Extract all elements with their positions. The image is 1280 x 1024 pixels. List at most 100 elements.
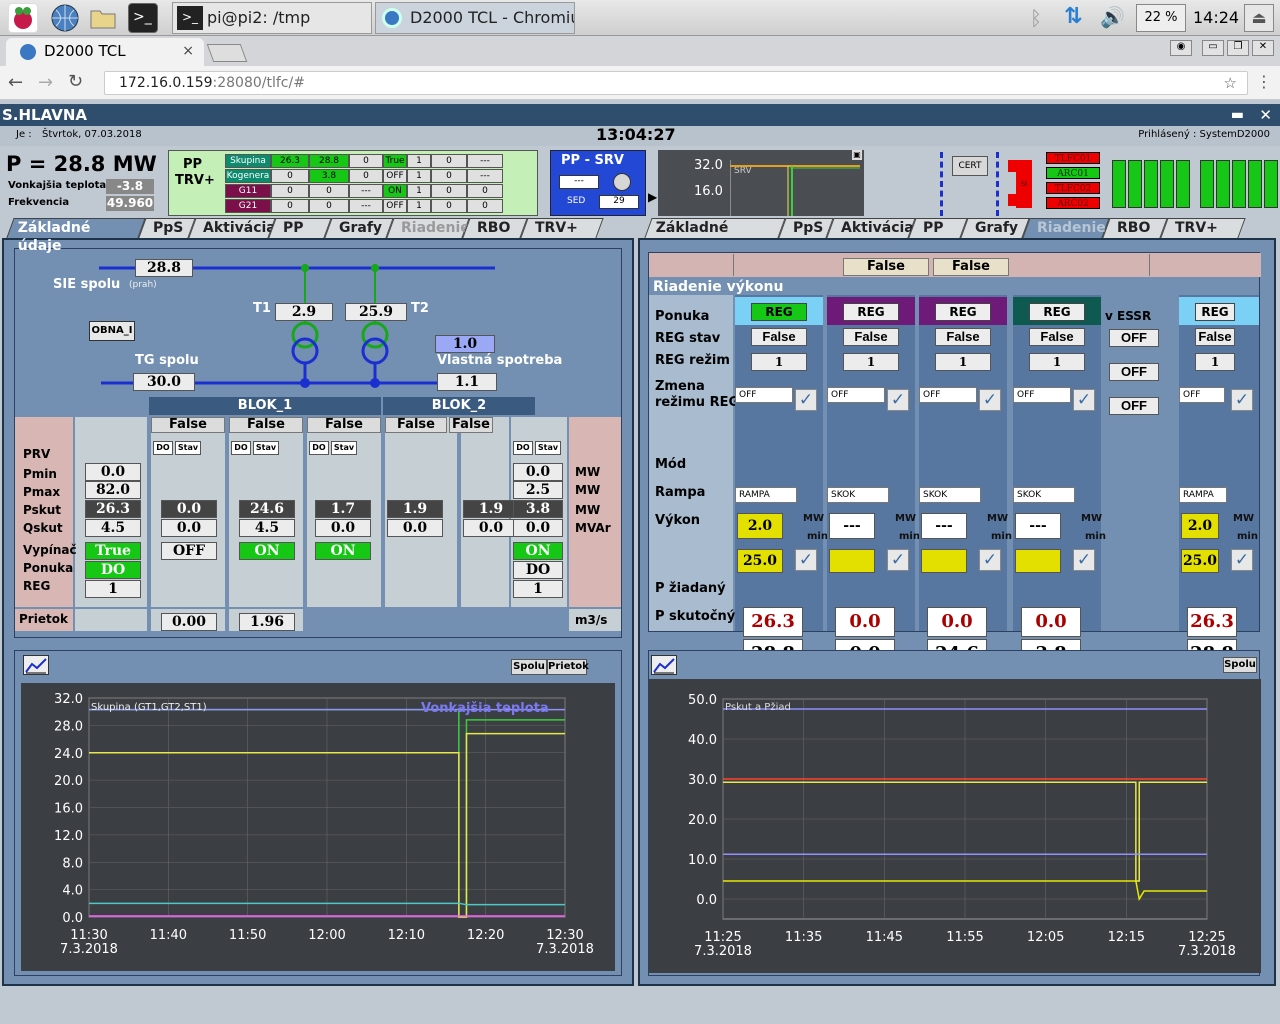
rampa-value[interactable]: --- (1015, 513, 1061, 539)
rampa-value[interactable]: 2.0 (737, 513, 783, 539)
forward-arrow-icon[interactable]: → (38, 72, 53, 93)
tab-pp[interactable]: PP (268, 218, 332, 238)
tab-grafy[interactable]: Grafy (324, 218, 394, 238)
do-button[interactable]: DO (153, 441, 173, 455)
checkbox[interactable]: ✓ (979, 389, 1001, 411)
network-icon[interactable]: ⇅ (1064, 4, 1082, 29)
checkbox[interactable]: ✓ (1073, 549, 1095, 571)
browser-launch-icon[interactable] (50, 3, 80, 33)
profile-icon[interactable]: ◉ (1170, 40, 1192, 56)
rezim-dropdown[interactable]: OFF (1013, 387, 1071, 403)
raspberry-menu-icon[interactable] (8, 3, 38, 33)
checkbox[interactable]: ✓ (887, 389, 909, 411)
rezim-dropdown[interactable]: OFF (827, 387, 885, 403)
tab-pp[interactable]: PP (908, 218, 968, 238)
stav-button[interactable]: Stav (175, 441, 201, 455)
spolu-button[interactable]: Spolu (1223, 657, 1257, 673)
rezim-dropdown[interactable]: OFF (735, 387, 793, 403)
tab-rbo[interactable]: RBO (1102, 218, 1168, 238)
url-bar[interactable]: 172.16.0.159:28080/tlfc/# ☆ (104, 71, 1248, 95)
new-tab-button[interactable] (206, 44, 248, 62)
do-button[interactable]: DO (231, 441, 251, 455)
mod-dropdown[interactable]: RAMPA (1179, 487, 1227, 503)
vykon-value[interactable] (1015, 549, 1061, 573)
tab-trv[interactable]: TRV+ (520, 218, 604, 238)
browser-menu-icon[interactable]: ⋮ (1256, 72, 1272, 91)
rampa-value[interactable]: --- (921, 513, 967, 539)
tab-grafy[interactable]: Grafy (960, 218, 1030, 238)
close-window-icon[interactable]: ✕ (1252, 40, 1274, 56)
essr-toggle[interactable]: OFF (1109, 329, 1159, 347)
cert-button[interactable]: CERT (952, 156, 988, 176)
rezim-dropdown[interactable]: OFF (1179, 387, 1225, 403)
reg-button[interactable]: REG (843, 303, 899, 321)
app-minimize-icon[interactable]: ▬ (1231, 104, 1244, 126)
checkbox[interactable]: ✓ (1073, 389, 1095, 411)
checkbox[interactable]: ✓ (887, 549, 909, 571)
app-close-icon[interactable]: ✕ (1259, 104, 1272, 126)
chart-icon[interactable] (23, 655, 49, 675)
tab-rbo[interactable]: RBO (462, 218, 528, 238)
tab-aktivacia[interactable]: Aktivácia (188, 218, 276, 238)
spolu-button[interactable]: Spolu (511, 659, 547, 675)
tab-riadenie[interactable]: Riadenie (1022, 218, 1110, 238)
vykon-value[interactable]: 25.0 (737, 549, 783, 573)
browser-tab[interactable]: D2000 TCL × (6, 38, 204, 66)
bluetooth-icon[interactable]: ᛒ (1030, 6, 1042, 30)
reg-button[interactable]: REG (751, 303, 807, 321)
mod-dropdown[interactable]: SKOK (827, 487, 889, 503)
vlastna-setpoint[interactable]: 1.0 (435, 335, 495, 353)
srv-mini-chart[interactable]: 32.0 16.0 SRV ▣ (658, 150, 864, 216)
tab-aktivacia[interactable]: Aktivácia (826, 218, 916, 238)
essr-toggle[interactable]: OFF (1109, 363, 1159, 381)
rampa-value[interactable]: --- (829, 513, 875, 539)
do-button[interactable]: DO (309, 441, 329, 455)
vykon-value[interactable]: 25.0 (1181, 549, 1219, 573)
tab-pps[interactable]: PpS (138, 218, 196, 238)
stav-button[interactable]: Stav (331, 441, 357, 455)
volume-icon[interactable]: 🔊 (1100, 5, 1125, 29)
tab-zakladne-udaje[interactable]: Základné údaje (644, 218, 786, 254)
rezim-dropdown[interactable]: OFF (919, 387, 977, 403)
reg-button[interactable]: REG (935, 303, 991, 321)
file-manager-icon[interactable] (88, 3, 118, 33)
essr-toggle[interactable]: OFF (1109, 397, 1159, 415)
terminal-launch-icon[interactable]: >_ (128, 3, 158, 33)
checkbox[interactable]: ✓ (795, 389, 817, 411)
cpu-monitor[interactable]: 22 % (1136, 4, 1186, 32)
chart-icon[interactable] (651, 655, 677, 675)
taskbar-clock[interactable]: 14:24 (1193, 8, 1239, 27)
pp-trv-panel[interactable]: PP TRV+ Skupina 26.3 28.8 0 True 1 0 --- Kogener… (168, 150, 538, 216)
reg-button[interactable]: REG (1029, 303, 1085, 321)
prietok-button[interactable]: Prietok (547, 659, 589, 675)
reg-button[interactable]: REG (1195, 303, 1235, 321)
mod-dropdown[interactable]: SKOK (1013, 487, 1075, 503)
do-button[interactable]: DO (513, 441, 533, 455)
close-tab-icon[interactable]: × (182, 38, 194, 64)
mod-dropdown[interactable]: RAMPA (735, 487, 797, 503)
stav-button[interactable]: Stav (535, 441, 561, 455)
stav-button[interactable]: Stav (253, 441, 279, 455)
bookmark-star-icon[interactable]: ☆ (1224, 72, 1237, 94)
taskbar-terminal-window[interactable]: >_ pi@pi2: /tmp (172, 2, 372, 34)
eject-icon[interactable]: ⏏ (1244, 4, 1274, 32)
back-arrow-icon[interactable]: ← (8, 72, 23, 93)
rampa-value[interactable]: 2.0 (1181, 513, 1219, 539)
checkbox[interactable]: ✓ (795, 549, 817, 571)
restore-icon[interactable]: ❐ (1227, 40, 1249, 56)
checkbox[interactable]: ✓ (1231, 389, 1253, 411)
tab-zakladne-udaje[interactable]: Základné údaje (6, 218, 146, 254)
mod-dropdown[interactable]: SKOK (919, 487, 981, 503)
pp-srv-panel[interactable]: PP - SRV --- SED 29 (550, 150, 646, 216)
minimize-icon[interactable]: ▭ (1202, 40, 1224, 56)
vykon-value[interactable] (829, 549, 875, 573)
tab-riadenie[interactable]: Riadenie (386, 218, 470, 238)
checkbox[interactable]: ✓ (979, 549, 1001, 571)
tab-trv[interactable]: TRV+ (1160, 218, 1246, 238)
taskbar-chromium-window[interactable]: D2000 TCL - Chromiu... (375, 2, 575, 34)
tab-pps[interactable]: PpS (778, 218, 834, 238)
mini-chart-zoom-icon[interactable]: ▣ (852, 150, 862, 160)
checkbox[interactable]: ✓ (1231, 549, 1253, 571)
obna-button[interactable]: OBNA_I (89, 321, 135, 341)
vykon-value[interactable] (921, 549, 967, 573)
